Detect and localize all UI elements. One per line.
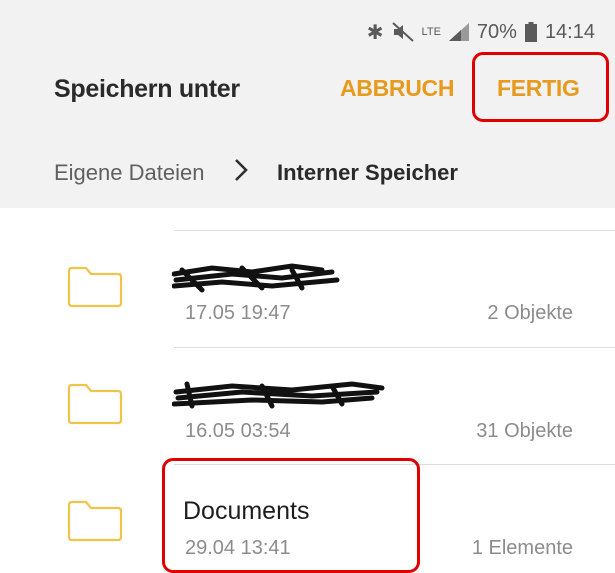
battery-percent: 70% <box>476 20 517 43</box>
mute-icon <box>391 22 414 42</box>
battery-icon <box>524 22 537 42</box>
item-count: 1 Elemente <box>471 537 573 559</box>
item-name: Documents <box>183 497 310 525</box>
status-icons: ✱ LTE 70% 14:14 <box>367 18 595 46</box>
list-divider <box>174 230 615 231</box>
folder-icon <box>67 383 123 425</box>
done-button[interactable]: FERTIG <box>497 75 580 102</box>
status-bar: ✱ LTE 70% 14:14 <box>0 0 615 62</box>
item-date: 16.05 03:54 <box>185 420 291 442</box>
breadcrumb-root[interactable]: Eigene Dateien <box>54 160 204 186</box>
item-count: 2 Objekte <box>487 302 573 324</box>
breadcrumb-current: Interner Speicher <box>277 160 458 185</box>
clock: 14:14 <box>544 20 595 43</box>
folder-icon <box>67 500 123 542</box>
signal-icon <box>448 23 469 41</box>
item-date: 29.04 13:41 <box>185 537 291 559</box>
item-date: 17.05 19:47 <box>185 302 291 324</box>
bluetooth-icon: ✱ <box>366 21 384 44</box>
list-divider <box>174 464 615 465</box>
chevron-right-icon <box>235 159 248 181</box>
network-type: LTE <box>421 25 441 38</box>
item-count: 31 Objekte <box>476 420 573 442</box>
list-divider <box>174 347 615 348</box>
redacted-name <box>172 263 340 293</box>
page-title: Speichern unter <box>54 75 240 103</box>
cancel-button[interactable]: ABBRUCH <box>340 75 454 102</box>
folder-icon <box>67 266 123 308</box>
redacted-name <box>172 381 385 409</box>
